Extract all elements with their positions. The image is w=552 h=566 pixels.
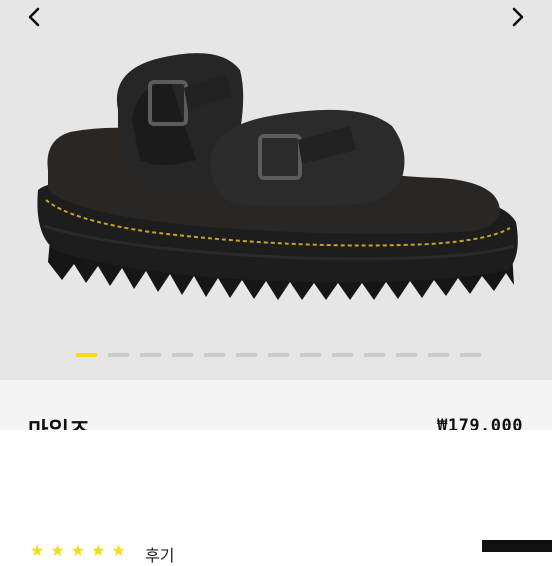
chevron-left-icon	[28, 7, 40, 27]
star-icon: ★	[70, 541, 86, 560]
slide-dot[interactable]	[236, 353, 257, 357]
product-image-gallery[interactable]	[0, 0, 552, 380]
review-label: 후기	[145, 546, 175, 565]
slide-dot[interactable]	[204, 353, 225, 357]
slide-dot[interactable]	[108, 353, 129, 357]
review-section[interactable]: ★ ★ ★ ★ ★ 후기	[0, 430, 552, 565]
chevron-right-icon	[512, 7, 524, 27]
star-icon: ★	[91, 541, 106, 560]
slide-dot[interactable]	[332, 353, 353, 357]
slide-dot[interactable]	[460, 353, 481, 357]
slide-dot[interactable]	[300, 353, 321, 357]
slide-dot[interactable]	[268, 353, 289, 357]
action-button[interactable]	[482, 540, 552, 552]
star-icon: ★	[111, 541, 126, 560]
star-icon: ★	[50, 541, 65, 560]
prev-image-button[interactable]	[14, 0, 54, 34]
slide-indicator	[76, 353, 481, 357]
slide-dot[interactable]	[396, 353, 417, 357]
slide-dot[interactable]	[428, 353, 449, 357]
slide-dot[interactable]	[140, 353, 161, 357]
slide-dot[interactable]	[76, 353, 97, 357]
slide-dot[interactable]	[172, 353, 193, 357]
rating-stars: ★ ★ ★ ★ ★	[30, 543, 126, 559]
next-image-button[interactable]	[498, 0, 538, 34]
star-icon: ★	[30, 541, 45, 560]
slide-dot[interactable]	[364, 353, 385, 357]
product-image-sandal	[37, 53, 518, 300]
